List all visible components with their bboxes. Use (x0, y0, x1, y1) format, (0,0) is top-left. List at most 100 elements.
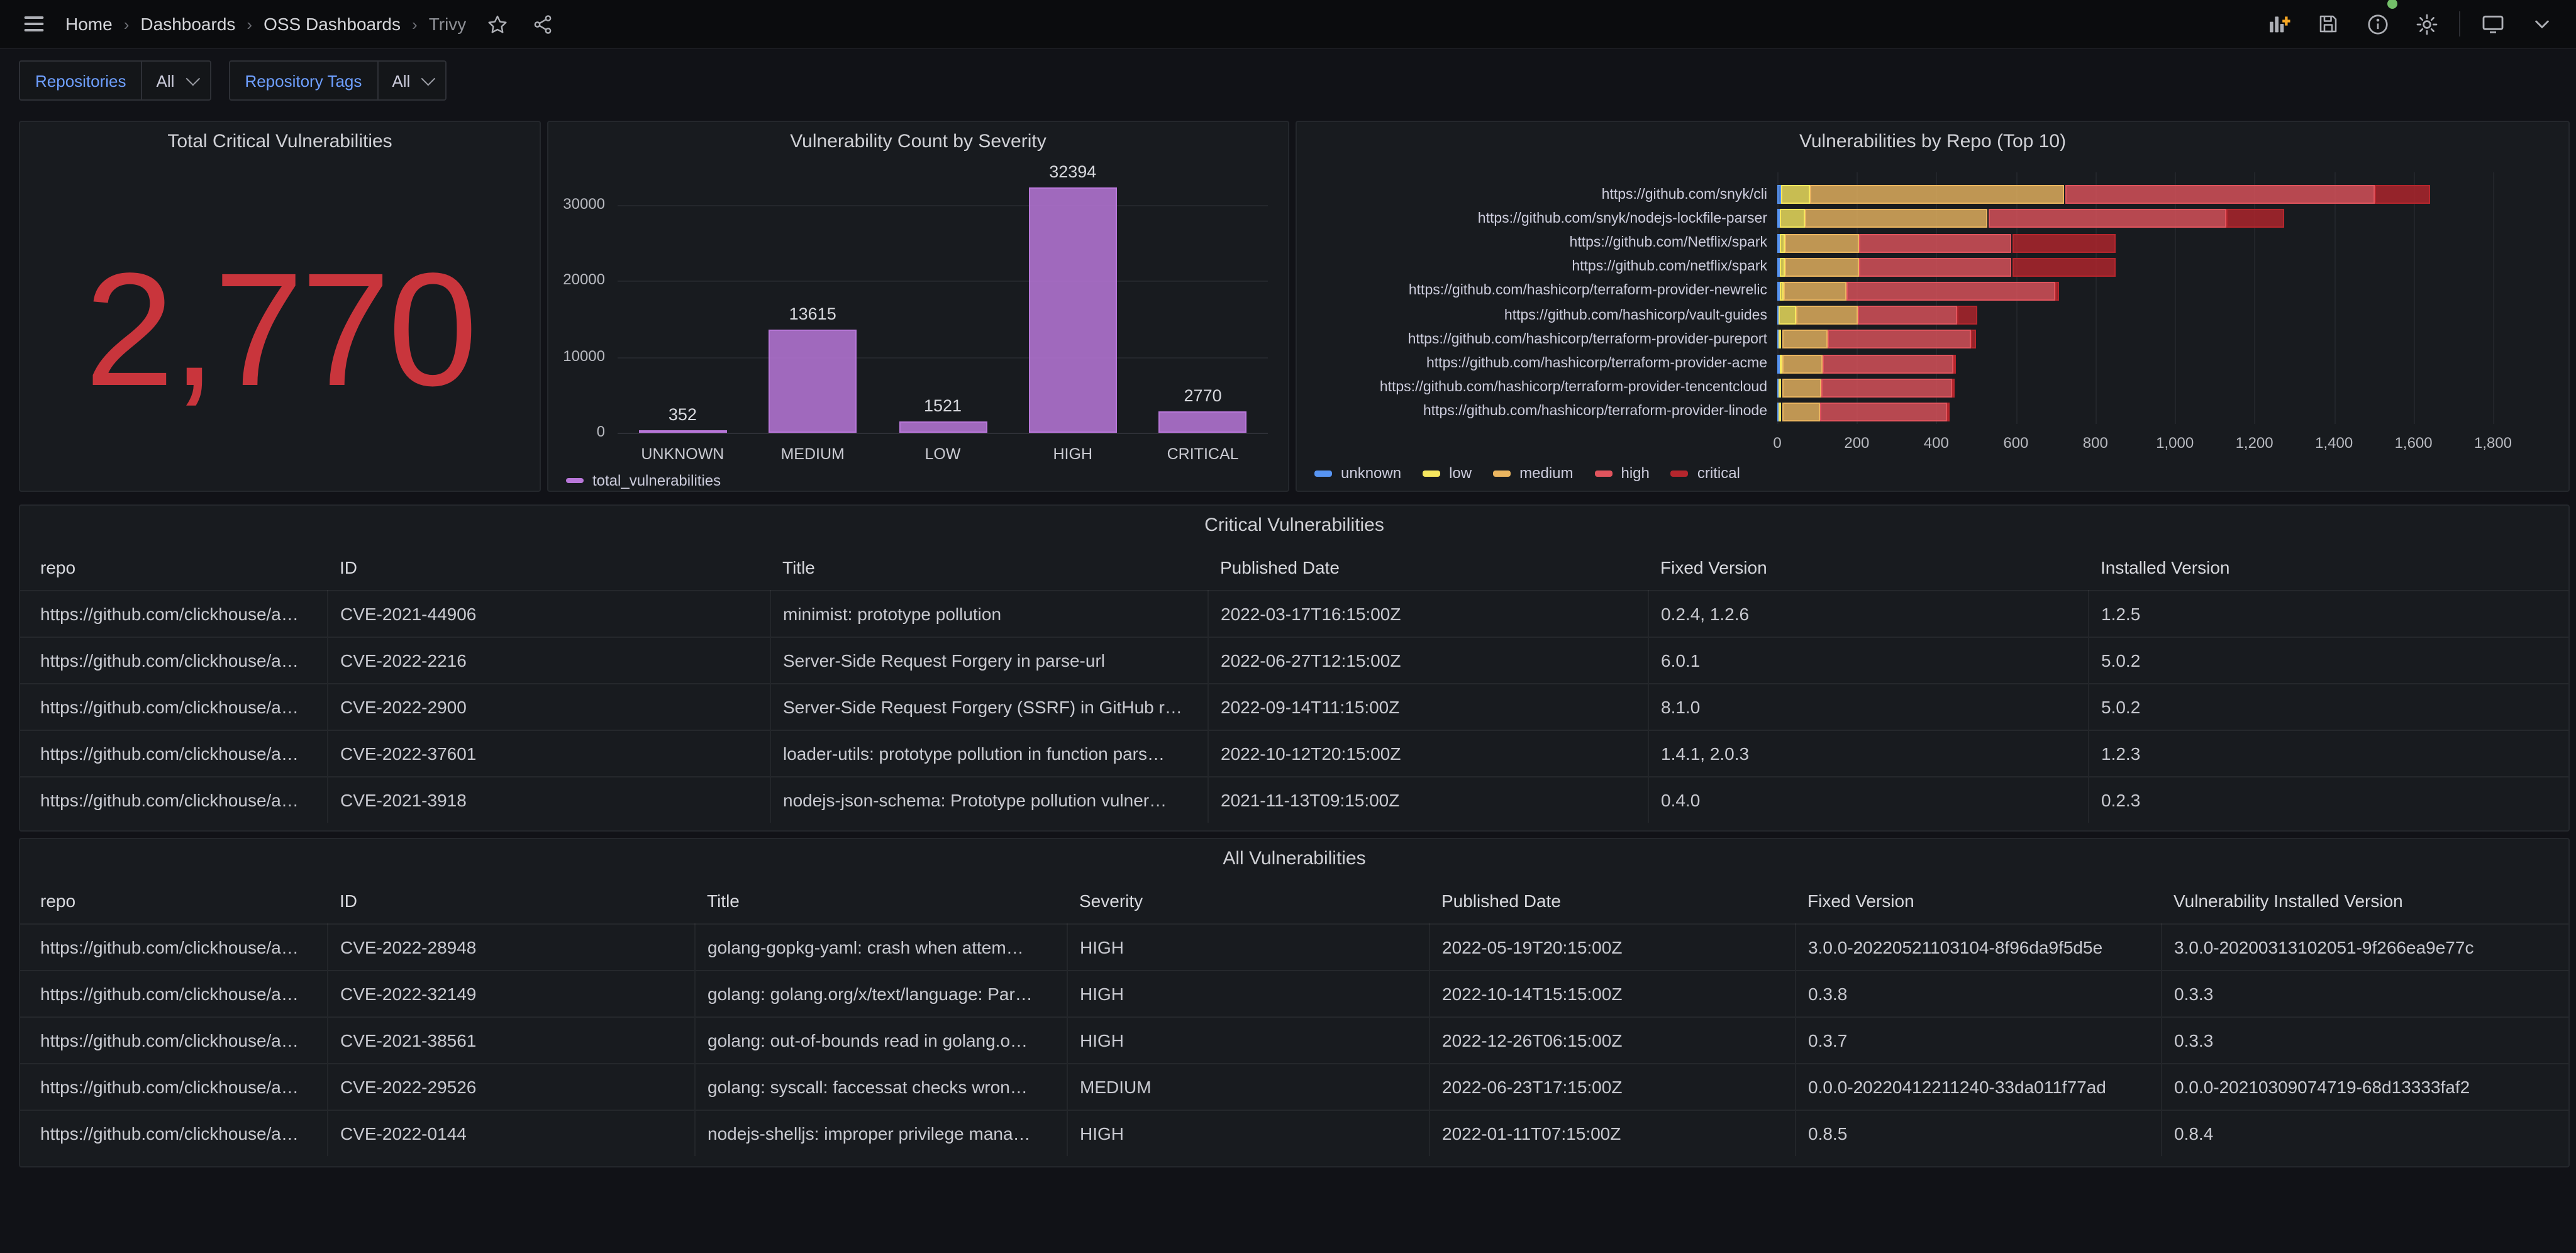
repo-category-label: https://github.com/hashicorp/terraform-p… (1379, 380, 1767, 396)
cell-id: CVE-2022-32149 (327, 970, 695, 1017)
legend-label: critical (1697, 464, 1740, 482)
repo-category-label: https://github.com/snyk/cli (1601, 187, 1767, 203)
table-header-row: repo ID Title Severity Published Date Fixed V… (20, 877, 2568, 924)
bar-value-label: 352 (668, 404, 697, 424)
cell-vulnerability-installed-version: 0.8.4 (2161, 1110, 2568, 1156)
cell-id: CVE-2022-28948 (327, 923, 695, 971)
grafana-dashboard: Home › Dashboards › OSS Dashboards › Trivy (0, 0, 2576, 1253)
cell-title: golang: out-of-bounds read in golang.o… (694, 1016, 1067, 1064)
legend-label: high (1621, 464, 1650, 482)
bar-segment-high (1827, 330, 1971, 349)
menu-hamburger-icon[interactable] (18, 8, 50, 40)
breadcrumb-item-dashboards[interactable]: Dashboards (140, 14, 235, 34)
repo-category-label: https://github.com/hashicorp/terraform-p… (1407, 331, 1767, 347)
column-header-repo[interactable]: repo (20, 877, 327, 924)
bar-segment-critical (1970, 330, 1977, 349)
save-dashboard-icon[interactable] (2312, 8, 2345, 40)
bar-unknown (638, 430, 727, 433)
legend-item-critical[interactable]: critical (1670, 464, 1740, 482)
stat-value: 2,770 (84, 240, 478, 420)
cell-fixed-version: 0.3.7 (1795, 1016, 2162, 1064)
column-header-severity[interactable]: Severity (1067, 877, 1429, 924)
cell-id: CVE-2021-44906 (327, 590, 770, 637)
add-panel-icon[interactable] (2263, 8, 2296, 40)
legend-swatch (1493, 470, 1511, 476)
cell-severity: HIGH (1067, 970, 1430, 1017)
column-header-repo[interactable]: repo (20, 543, 327, 591)
table-row: https://github.com/clickhouse/a… CVE-2022… (20, 970, 2568, 1017)
bar-segment-critical (2012, 233, 2116, 252)
variable-filters: Repositories All Repository Tags All (0, 49, 2576, 111)
column-header-installed-version[interactable]: Installed Version (2088, 543, 2568, 591)
legend-swatch (1594, 470, 1613, 476)
cell-vulnerability-installed-version: 0.0.0-20210309074719-68d13333faf2 (2161, 1063, 2568, 1110)
bar-segment-critical (2012, 257, 2116, 277)
legend-item[interactable]: total_vulnerabilities (566, 472, 721, 489)
cell-repo: https://github.com/clickhouse/a… (20, 970, 328, 1017)
critical-vulnerabilities-table: repo ID Title Published Date Fixed Version In… (20, 543, 2568, 823)
bar-segment-critical (1953, 354, 1956, 373)
top-nav: Home › Dashboards › OSS Dashboards › Trivy (0, 0, 2576, 49)
x-axis-tick-label: 0 (1773, 434, 1782, 452)
column-header-vulnerability-installed-version[interactable]: Vulnerability Installed Version (2161, 877, 2568, 924)
cell-severity: HIGH (1067, 1110, 1430, 1156)
column-header-id[interactable]: ID (327, 877, 694, 924)
column-header-published-date[interactable]: Published Date (1208, 543, 1648, 591)
cell-vulnerability-installed-version: 3.0.0-20200313102051-9f266ea9e77c (2161, 923, 2568, 971)
column-header-fixed-version[interactable]: Fixed Version (1795, 877, 2161, 924)
cell-title: nodejs-json-schema: Prototype pollution … (770, 776, 1208, 823)
legend-item-unknown[interactable]: unknown (1314, 464, 1401, 482)
legend-item-medium[interactable]: medium (1493, 464, 1574, 482)
table-header-row: repo ID Title Published Date Fixed Version In… (20, 543, 2568, 591)
variable-group-repositories: Repositories All (19, 60, 211, 101)
cell-title: golang: syscall: faccessat checks wron… (694, 1063, 1067, 1110)
dashboard-insights-icon[interactable] (2361, 0, 2397, 40)
column-header-published-date[interactable]: Published Date (1429, 877, 1795, 924)
cell-published-date: 2022-09-14T11:15:00Z (1208, 683, 1648, 730)
collapse-chevron-down-icon[interactable] (2526, 8, 2558, 40)
gridline (2413, 172, 2415, 424)
cycle-view-mode-tv-icon[interactable] (2477, 8, 2509, 40)
all-vulnerabilities-table: repo ID Title Severity Published Date Fixed V… (20, 877, 2568, 1156)
cell-installed-version: 1.2.5 (2088, 590, 2568, 637)
column-header-fixed-version[interactable]: Fixed Version (1648, 543, 2088, 591)
cell-id: CVE-2021-38561 (327, 1016, 695, 1064)
bar-segment-medium (1783, 281, 1847, 301)
table-row: https://github.com/clickhouse/a… CVE-2022… (20, 637, 2568, 684)
dashboard-settings-gear-icon[interactable] (2410, 8, 2443, 40)
legend-swatch (1314, 470, 1332, 476)
cell-repo: https://github.com/clickhouse/a… (20, 1063, 328, 1110)
chevron-down-icon (185, 71, 200, 86)
column-header-title[interactable]: Title (694, 877, 1067, 924)
bar-segment-high (1988, 209, 2227, 228)
cell-title: nodejs-shelljs: improper privilege mana… (694, 1110, 1067, 1156)
x-axis-tick-label: 600 (2003, 434, 2029, 452)
gridline (2334, 172, 2336, 424)
breadcrumb-item-home[interactable]: Home (65, 14, 113, 34)
legend-item-low[interactable]: low (1423, 464, 1472, 482)
cell-published-date: 2022-10-12T20:15:00Z (1208, 730, 1648, 777)
column-header-title[interactable]: Title (770, 543, 1208, 591)
cell-fixed-version: 0.2.4, 1.2.6 (1648, 590, 2089, 637)
x-axis-tick-label: 400 (1923, 434, 1949, 452)
variable-value-dropdown[interactable]: All (378, 60, 447, 101)
favorite-star-icon[interactable] (481, 8, 514, 40)
legend-item-high[interactable]: high (1594, 464, 1650, 482)
breadcrumb-item-oss-dashboards[interactable]: OSS Dashboards (264, 14, 401, 34)
x-axis-tick-label: 1,800 (2473, 434, 2512, 452)
table-row: https://github.com/clickhouse/a… CVE-2022… (20, 683, 2568, 730)
variable-group-repository-tags: Repository Tags All (228, 60, 447, 101)
column-header-id[interactable]: ID (327, 543, 770, 591)
repo-category-label: https://github.com/hashicorp/terraform-p… (1408, 283, 1767, 299)
panel-severity-chart: Vulnerability Count by Severity 0 10000 20… (547, 121, 1289, 492)
cell-installed-version: 1.2.3 (2088, 730, 2568, 777)
variable-value-dropdown[interactable]: All (142, 60, 211, 101)
table-title[interactable]: Critical Vulnerabilities (20, 506, 2568, 543)
variable-label: Repositories (19, 60, 143, 101)
cell-title: minimist: prototype pollution (770, 590, 1208, 637)
share-icon[interactable] (526, 8, 559, 40)
cell-repo: https://github.com/clickhouse/a… (20, 923, 328, 971)
panel-title[interactable]: Total Critical Vulnerabilities (20, 122, 540, 160)
table-title[interactable]: All Vulnerabilities (20, 839, 2568, 877)
repo-category-label: https://github.com/hashicorp/terraform-p… (1423, 404, 1767, 420)
